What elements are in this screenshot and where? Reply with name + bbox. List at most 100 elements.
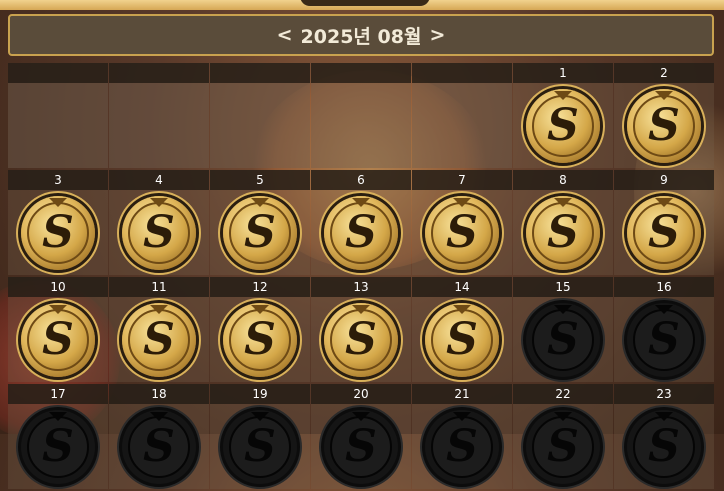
coin-letter: S (633, 94, 695, 157)
day-label (8, 63, 108, 83)
coin-letter: S (330, 201, 392, 264)
calendar-empty-cell (109, 63, 209, 170)
coin-crest-icon (251, 304, 269, 314)
gold-coin-icon: S (122, 195, 196, 270)
calendar-day-11[interactable]: 11 S (109, 277, 209, 384)
day-body (311, 83, 411, 168)
locked-coin-icon: S (425, 409, 499, 484)
day-body: S (8, 404, 108, 489)
coin-letter: S (27, 201, 89, 264)
prev-month-button[interactable]: < (277, 24, 293, 46)
calendar-day-21[interactable]: 21 S (412, 384, 512, 491)
gold-coin-icon: S (627, 88, 701, 163)
coin-crest-icon (655, 411, 673, 421)
day-label: 20 (311, 384, 411, 404)
calendar-empty-cell (210, 63, 310, 170)
title-banner (0, 0, 724, 10)
calendar-day-16[interactable]: 16 S (614, 277, 714, 384)
calendar-day-20[interactable]: 20 S (311, 384, 411, 491)
month-header: < 2025년 08월 > (8, 14, 714, 56)
calendar-day-14[interactable]: 14 S (412, 277, 512, 384)
coin-letter: S (633, 201, 695, 264)
coin-crest-icon (352, 304, 370, 314)
attendance-calendar: 1 S 2 S 3 S 4 S 5 S 6 S 7 S 8 S 9 S 10 S 11 S 12 S 13 S 14 S 15 S 16 S 1… (8, 63, 716, 491)
coin-crest-icon (453, 411, 471, 421)
locked-coin-icon: S (122, 409, 196, 484)
coin-crest-icon (453, 304, 471, 314)
day-label: 10 (8, 277, 108, 297)
coin-letter: S (633, 308, 695, 371)
calendar-day-19[interactable]: 19 S (210, 384, 310, 491)
day-label (412, 63, 512, 83)
day-label: 11 (109, 277, 209, 297)
locked-coin-icon: S (526, 409, 600, 484)
gold-coin-icon: S (425, 195, 499, 270)
calendar-day-4[interactable]: 4S (109, 170, 209, 277)
calendar-day-23[interactable]: 23 S (614, 384, 714, 491)
calendar-day-2[interactable]: 2S (614, 63, 714, 170)
day-label: 4 (109, 170, 209, 190)
calendar-day-12[interactable]: 12 S (210, 277, 310, 384)
gold-coin-icon: S (21, 195, 95, 270)
day-label: 18 (109, 384, 209, 404)
day-body: S (412, 297, 512, 382)
coin-letter: S (330, 308, 392, 371)
day-body: S (210, 404, 310, 489)
calendar-day-17[interactable]: 17 S (8, 384, 108, 491)
calendar-day-18[interactable]: 18 S (109, 384, 209, 491)
coin-crest-icon (655, 304, 673, 314)
calendar-day-3[interactable]: 3S (8, 170, 108, 277)
day-label: 16 (614, 277, 714, 297)
coin-letter: S (633, 415, 695, 478)
calendar-day-22[interactable]: 22 S (513, 384, 613, 491)
calendar-day-10[interactable]: 10 S (8, 277, 108, 384)
day-body: S (614, 404, 714, 489)
day-label: 1 (513, 63, 613, 83)
day-body: S (210, 297, 310, 382)
coin-letter: S (128, 415, 190, 478)
coin-letter: S (128, 201, 190, 264)
day-label: 22 (513, 384, 613, 404)
coin-letter: S (431, 201, 493, 264)
calendar-empty-cell (412, 63, 512, 170)
coin-letter: S (27, 415, 89, 478)
day-body: S (109, 404, 209, 489)
day-body (8, 83, 108, 168)
day-body: S (513, 83, 613, 168)
day-label: 2 (614, 63, 714, 83)
calendar-day-13[interactable]: 13 S (311, 277, 411, 384)
coin-letter: S (431, 415, 493, 478)
calendar-day-5[interactable]: 5S (210, 170, 310, 277)
next-month-button[interactable]: > (429, 24, 445, 46)
day-label: 3 (8, 170, 108, 190)
calendar-day-15[interactable]: 15 S (513, 277, 613, 384)
calendar-day-8[interactable]: 8S (513, 170, 613, 277)
coin-crest-icon (150, 197, 168, 207)
locked-coin-icon: S (21, 409, 95, 484)
calendar-day-6[interactable]: 6S (311, 170, 411, 277)
coin-crest-icon (251, 197, 269, 207)
coin-letter: S (229, 415, 291, 478)
title-badge (300, 0, 430, 6)
calendar-empty-cell (8, 63, 108, 170)
coin-crest-icon (150, 304, 168, 314)
calendar-day-9[interactable]: 9S (614, 170, 714, 277)
coin-crest-icon (150, 411, 168, 421)
coin-crest-icon (352, 411, 370, 421)
calendar-day-1[interactable]: 1S (513, 63, 613, 170)
coin-crest-icon (49, 197, 67, 207)
locked-coin-icon: S (324, 409, 398, 484)
coin-letter: S (229, 308, 291, 371)
day-body: S (412, 190, 512, 275)
coin-crest-icon (453, 197, 471, 207)
day-body: S (513, 190, 613, 275)
calendar-day-7[interactable]: 7S (412, 170, 512, 277)
day-body: S (210, 190, 310, 275)
coin-letter: S (532, 308, 594, 371)
day-label: 5 (210, 170, 310, 190)
coin-crest-icon (554, 90, 572, 100)
gold-coin-icon: S (223, 302, 297, 377)
locked-coin-icon: S (627, 302, 701, 377)
day-body: S (109, 190, 209, 275)
gold-coin-icon: S (21, 302, 95, 377)
